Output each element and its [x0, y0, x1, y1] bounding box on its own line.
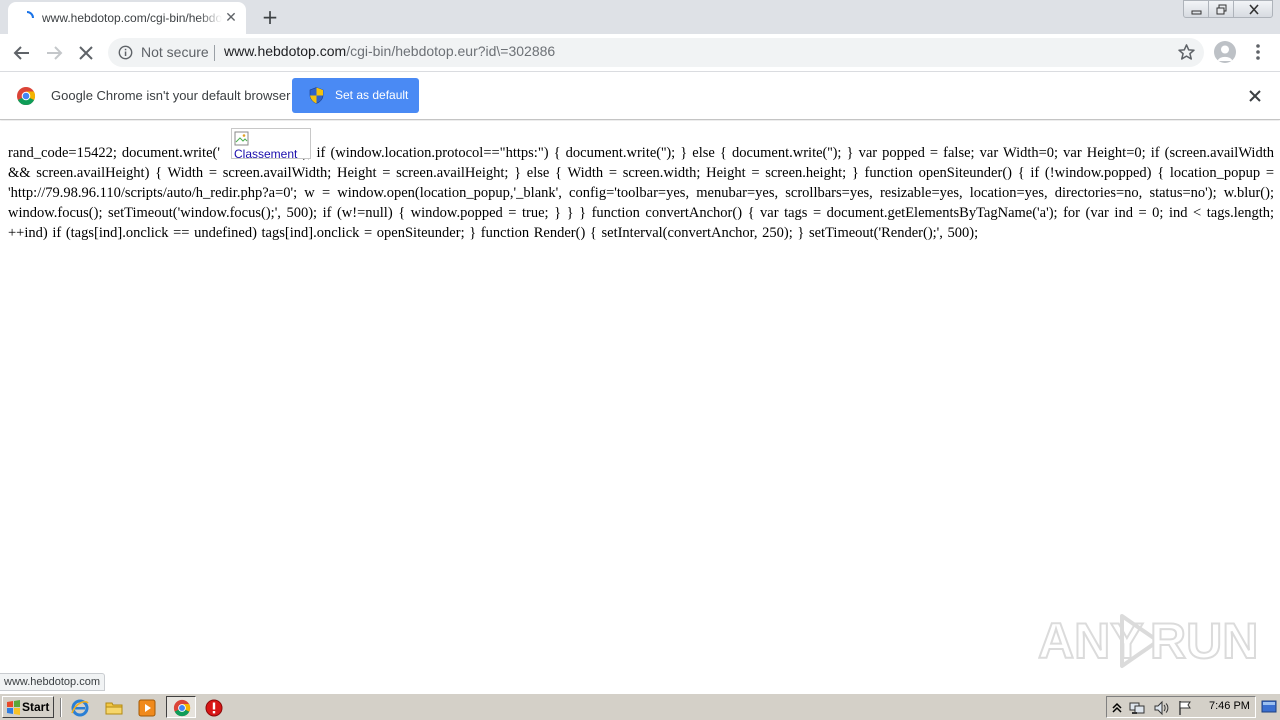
image-alt-text: Classement: [234, 147, 298, 159]
close-window-button[interactable]: [1233, 0, 1273, 18]
internet-explorer-icon[interactable]: [70, 698, 90, 718]
tab-title: www.hebdotop.com/cgi-bin/hebdotop.eur?id…: [42, 11, 222, 25]
minimize-button[interactable]: [1183, 0, 1209, 18]
taskbar-separator: [60, 698, 62, 717]
media-player-icon[interactable]: [137, 698, 157, 718]
restore-button[interactable]: [1208, 0, 1234, 18]
omnibox-divider: [214, 45, 215, 61]
windows-logo-icon: [7, 700, 20, 715]
system-clock[interactable]: 7:46 PM: [1209, 700, 1250, 712]
more-menu-icon[interactable]: [1249, 41, 1267, 63]
action-center-flag-icon[interactable]: [1177, 700, 1193, 716]
show-hidden-icons-icon[interactable]: [1109, 700, 1125, 716]
anyrun-watermark: ANY RUN: [1037, 606, 1259, 676]
active-tab[interactable]: www.hebdotop.com/cgi-bin/hebdotop.eur?id…: [8, 2, 246, 34]
set-as-default-label: Set as default: [335, 88, 409, 102]
profile-avatar-button[interactable]: [1214, 41, 1236, 63]
file-explorer-icon[interactable]: [104, 698, 124, 718]
person-icon: [1217, 45, 1233, 61]
raw-script-text: rand_code=15422; document.write(' '); if …: [8, 143, 1274, 243]
network-icon[interactable]: [1129, 700, 1145, 716]
broken-image-icon: [234, 131, 249, 146]
text-before-image: rand_code=15422; document.write(': [8, 145, 220, 161]
close-icon: [1249, 4, 1259, 15]
broken-image[interactable]: Classement: [231, 128, 311, 159]
security-label[interactable]: Not secure: [141, 44, 209, 60]
close-tab-button[interactable]: ✕: [222, 9, 240, 27]
system-tray: 7:46 PM: [1106, 696, 1256, 718]
info-icon[interactable]: [118, 45, 133, 60]
watermark-run: RUN: [1149, 612, 1259, 670]
default-browser-infobar: Google Chrome isn't your default browser…: [0, 72, 1280, 120]
chrome-icon: [173, 699, 191, 717]
set-as-default-button[interactable]: Set as default: [292, 78, 419, 113]
new-tab-button[interactable]: +: [258, 5, 282, 29]
forward-button[interactable]: [41, 40, 67, 66]
show-desktop-icon[interactable]: [1260, 698, 1278, 716]
chrome-taskbar-button[interactable]: [166, 696, 196, 718]
stop-button[interactable]: [73, 40, 99, 66]
restore-icon: [1216, 4, 1227, 15]
infobar-close-icon[interactable]: [1247, 88, 1263, 104]
bookmark-star-icon[interactable]: [1177, 43, 1196, 62]
back-arrow-icon: [13, 46, 29, 60]
loading-icon: [26, 11, 34, 19]
start-label: Start: [22, 700, 50, 714]
infobar-message: Google Chrome isn't your default browser: [51, 88, 291, 103]
stop-x-icon: [79, 46, 93, 60]
stop-sign-app-icon[interactable]: [204, 698, 224, 718]
uac-shield-icon: [309, 87, 324, 104]
start-button[interactable]: Start: [2, 696, 54, 718]
url-host: www.hebdotop.com: [224, 43, 347, 59]
tab-strip: www.hebdotop.com/cgi-bin/hebdotop.eur?id…: [0, 0, 1280, 34]
url-path: /cgi-bin/hebdotop.eur?id\=302886: [346, 43, 556, 59]
chrome-logo-icon: [17, 87, 36, 106]
forward-arrow-icon: [47, 46, 63, 60]
browser-toolbar: Not secure www.hebdotop.com/cgi-bin/hebd…: [0, 34, 1280, 72]
volume-icon[interactable]: [1153, 700, 1169, 716]
back-button[interactable]: [9, 40, 35, 66]
address-bar[interactable]: Not secure www.hebdotop.com/cgi-bin/hebd…: [108, 38, 1204, 67]
status-bubble: www.hebdotop.com: [0, 673, 105, 691]
minimize-icon: [1191, 10, 1202, 15]
url-text[interactable]: www.hebdotop.com/cgi-bin/hebdotop.eur?id…: [224, 43, 555, 59]
windows-taskbar: Start 7:46 PM: [0, 693, 1280, 720]
